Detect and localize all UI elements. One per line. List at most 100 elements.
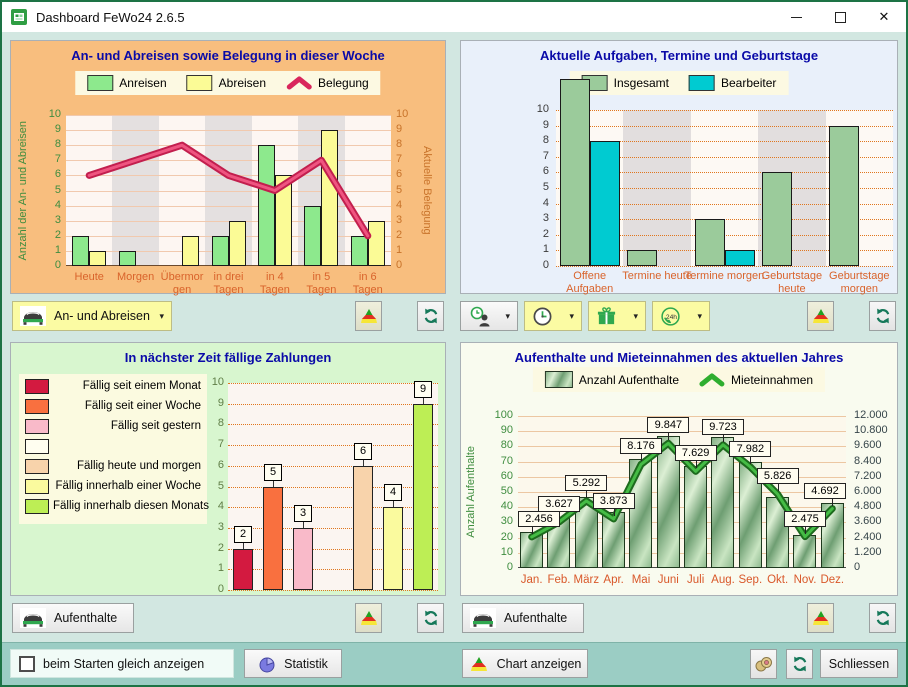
y-tick: 1 bbox=[525, 243, 549, 255]
y-tick-right: 5 bbox=[396, 184, 418, 196]
refresh-button[interactable] bbox=[869, 301, 896, 331]
y-tick: 9 bbox=[200, 397, 224, 409]
stays-button-right[interactable]: Aufenthalte bbox=[462, 603, 584, 633]
birthdays-dropdown-button[interactable]: ▾ bbox=[588, 301, 646, 331]
refresh-button[interactable] bbox=[417, 301, 444, 331]
panel-title: An- und Abreisen sowie Belegung in diese… bbox=[11, 48, 445, 63]
value-label: 6 bbox=[354, 443, 372, 460]
window-controls: ✕ bbox=[774, 2, 906, 32]
dropdown-arrow-icon: ▾ bbox=[697, 311, 702, 322]
chart-legend: Insgesamt Bearbeiter bbox=[570, 71, 789, 95]
y-tick-right: 12.000 bbox=[854, 409, 888, 421]
y-tick: 3 bbox=[200, 521, 224, 533]
y-tick-left: 70 bbox=[487, 455, 513, 467]
close-icon: ✕ bbox=[879, 9, 890, 25]
bed-icon bbox=[470, 608, 496, 628]
startup-checkbox-strip: beim Starten gleich anzeigen bbox=[10, 649, 234, 678]
legend-item: Anzahl Aufenthalte bbox=[545, 371, 679, 388]
value-label-tick bbox=[273, 481, 274, 487]
value-label-tick bbox=[363, 460, 364, 466]
legend-label: Fällig innerhalb diesen Monats bbox=[53, 497, 201, 516]
legend-label: Insgesamt bbox=[614, 76, 669, 90]
y-tick-left: 6 bbox=[39, 168, 61, 180]
y-tick-left: 50 bbox=[487, 485, 513, 497]
legend-item: Mieteinnahmen bbox=[699, 373, 813, 387]
refresh-icon bbox=[422, 609, 440, 627]
dropdown-arrow-icon: ▾ bbox=[505, 311, 510, 322]
bar-insgesamt bbox=[627, 250, 657, 266]
quadrant-tasks: Aktuelle Aufgaben, Termine und Geburtsta… bbox=[460, 40, 898, 333]
phone-24h-icon: 24h bbox=[660, 306, 681, 327]
pyramid-icon bbox=[811, 609, 831, 627]
pyramid-chart-button[interactable] bbox=[355, 301, 382, 331]
stays-button-left[interactable]: Aufenthalte bbox=[12, 603, 134, 633]
y-tick-left: 3 bbox=[39, 214, 61, 226]
payment-bar bbox=[383, 507, 403, 590]
startup-checkbox[interactable] bbox=[19, 656, 35, 672]
payment-bar bbox=[293, 528, 313, 590]
arrivals-dropdown-button[interactable]: An- und Abreisen ▾ bbox=[12, 301, 172, 331]
x-label: in 5 Tagen bbox=[298, 271, 344, 296]
close-button[interactable]: ✕ bbox=[862, 2, 906, 32]
schliessen-button[interactable]: Schliessen bbox=[820, 649, 898, 678]
chart-anzeigen-label: Chart anzeigen bbox=[497, 657, 582, 671]
x-label: Nov. bbox=[791, 574, 818, 586]
refresh-button[interactable] bbox=[869, 603, 896, 633]
grid-line bbox=[228, 424, 438, 425]
payments-legend: Fällig seit einem MonatFällig seit einer… bbox=[19, 374, 207, 524]
value-label-tick bbox=[423, 398, 424, 404]
legend-swatch bbox=[689, 75, 715, 91]
app-window: Dashboard FeWo24 2.6.5 ✕ An- und Abreise… bbox=[0, 0, 908, 687]
legend-label: Bearbeiter bbox=[721, 76, 776, 90]
grid-line bbox=[228, 487, 438, 488]
pyramid-chart-button[interactable] bbox=[807, 603, 834, 633]
statistik-button[interactable]: Statistik bbox=[244, 649, 342, 678]
y-tick-left: 0 bbox=[39, 259, 61, 271]
mieteinnahmen-line bbox=[518, 416, 846, 568]
minimize-button[interactable] bbox=[774, 2, 818, 32]
legend-label: Anzahl Aufenthalte bbox=[579, 373, 679, 387]
y-tick: 0 bbox=[200, 583, 224, 595]
x-label: Übermorgen bbox=[159, 271, 205, 296]
legend-label: Anreisen bbox=[119, 76, 166, 90]
bar-insgesamt bbox=[695, 219, 725, 266]
phone-dropdown-button[interactable]: 24h ▾ bbox=[652, 301, 710, 331]
value-label-tick bbox=[532, 527, 533, 534]
panel-title: In nächster Zeit fällige Zahlungen bbox=[11, 350, 445, 365]
payment-bar bbox=[263, 487, 283, 591]
refresh-button[interactable] bbox=[417, 603, 444, 633]
pyramid-chart-button[interactable] bbox=[807, 301, 834, 331]
y-axis-title-left: Anzahl der An- und Abreisen bbox=[17, 115, 29, 266]
value-label-tick bbox=[696, 461, 697, 468]
plot-area bbox=[66, 115, 391, 266]
coins-button[interactable] bbox=[750, 649, 777, 679]
value-label: 9.847 bbox=[647, 417, 689, 433]
legend-label: Abreisen bbox=[219, 76, 266, 90]
tasks-dropdown-button[interactable]: ▾ bbox=[460, 301, 518, 331]
value-label-tick bbox=[778, 484, 779, 491]
chart-anzeigen-button[interactable]: Chart anzeigen bbox=[462, 649, 588, 678]
y-tick: 4 bbox=[200, 500, 224, 512]
grid-line bbox=[228, 549, 438, 550]
refresh-button-bottom[interactable] bbox=[786, 649, 813, 679]
y-tick-right: 7.200 bbox=[854, 470, 882, 482]
legend-swatch bbox=[87, 75, 113, 91]
pyramid-chart-button[interactable] bbox=[355, 603, 382, 633]
value-label: 4 bbox=[384, 484, 402, 501]
value-label: 5 bbox=[264, 464, 282, 481]
y-tick: 4 bbox=[525, 197, 549, 209]
y-tick: 8 bbox=[525, 134, 549, 146]
stays-button-label: Aufenthalte bbox=[54, 611, 117, 625]
y-tick: 6 bbox=[525, 165, 549, 177]
appointments-dropdown-button[interactable]: ▾ bbox=[524, 301, 582, 331]
y-tick-right: 10 bbox=[396, 108, 418, 120]
panel-payments: In nächster Zeit fällige Zahlungen Fälli… bbox=[10, 342, 446, 596]
legend-label: Fällig innerhalb einer Woche bbox=[53, 477, 201, 496]
statistik-label: Statistik bbox=[284, 657, 328, 671]
plot-area: 253649 bbox=[228, 383, 438, 590]
plot-area: 2.4563.6275.2923.8738.1769.8477.6299.723… bbox=[518, 416, 846, 568]
legend-label: Fällig seit einem Monat bbox=[53, 377, 201, 396]
maximize-button[interactable] bbox=[818, 2, 862, 32]
y-tick: 7 bbox=[200, 438, 224, 450]
x-label: Juli bbox=[682, 574, 709, 586]
